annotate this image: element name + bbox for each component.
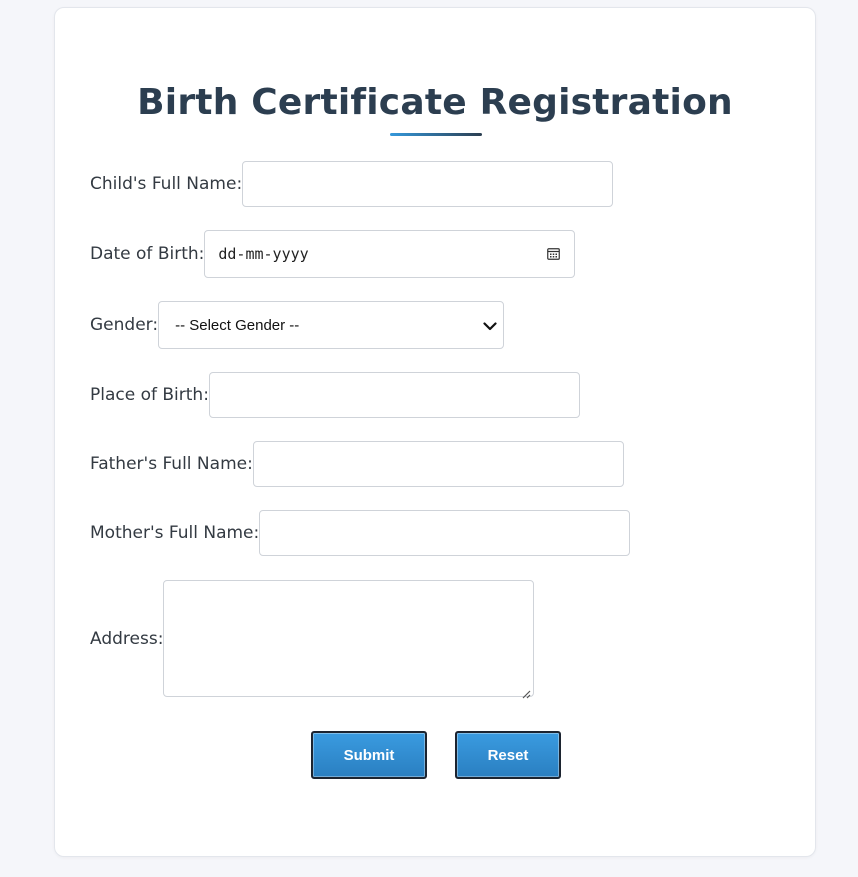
child-name-input[interactable] <box>242 161 614 207</box>
submit-button[interactable]: Submit <box>311 731 427 779</box>
gender-select[interactable]: -- Select Gender -- <box>158 301 505 349</box>
reset-button[interactable]: Reset <box>455 731 561 779</box>
gender-label: Gender: <box>90 315 159 335</box>
mother-label: Mother's Full Name: <box>90 523 260 543</box>
calendar-icon[interactable] <box>547 245 561 264</box>
gender-row: Gender: -- Select Gender -- <box>90 301 505 349</box>
gender-selected-value: -- Select Gender -- <box>175 316 300 334</box>
mother-input[interactable] <box>259 510 631 556</box>
dob-row: Date of Birth: dd-mm-yyyy <box>90 230 576 278</box>
dob-input[interactable]: dd-mm-yyyy <box>204 230 576 278</box>
father-input[interactable] <box>252 441 624 487</box>
address-row: Address: <box>90 580 535 699</box>
title-underline <box>390 133 482 136</box>
child-name-row: Child's Full Name: <box>90 161 614 207</box>
form-card: Birth Certificate Registration Child's F… <box>54 7 816 857</box>
resize-handle-icon[interactable] <box>521 684 531 699</box>
address-label: Address: <box>90 628 164 649</box>
dob-label: Date of Birth: <box>90 244 205 264</box>
dob-placeholder: dd-mm-yyyy <box>218 245 309 263</box>
mother-row: Mother's Full Name: <box>90 510 631 556</box>
place-row: Place of Birth: <box>90 372 580 418</box>
place-label: Place of Birth: <box>90 385 209 405</box>
page-title: Birth Certificate Registration <box>137 82 733 123</box>
child-name-label: Child's Full Name: <box>90 174 243 194</box>
father-label: Father's Full Name: <box>90 454 253 474</box>
address-textarea[interactable] <box>163 580 535 699</box>
chevron-down-icon <box>483 316 497 335</box>
place-input[interactable] <box>208 372 580 418</box>
father-row: Father's Full Name: <box>90 441 624 487</box>
